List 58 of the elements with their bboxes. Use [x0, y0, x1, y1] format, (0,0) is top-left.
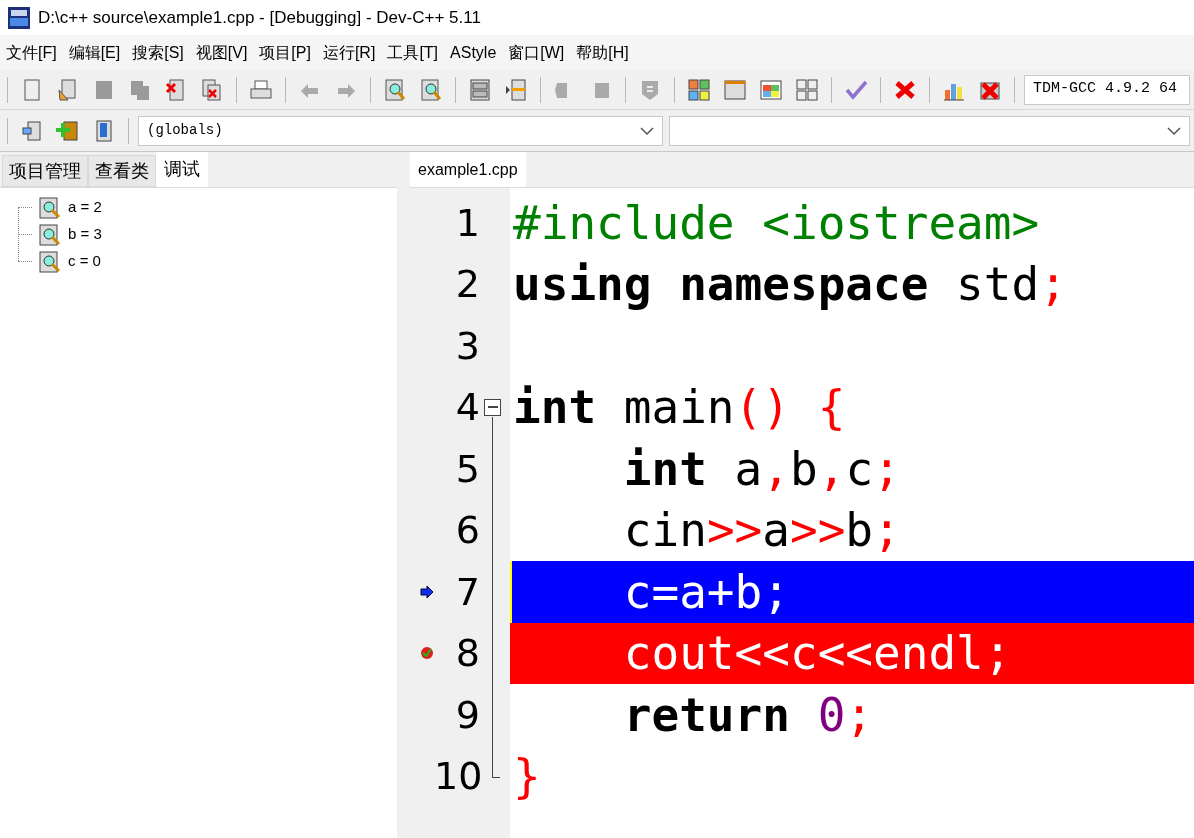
panel-icon[interactable] [468, 77, 492, 102]
watch-entry[interactable]: a = 2 [68, 196, 102, 219]
line-number: 5 [454, 449, 480, 488]
line-number: 2 [454, 265, 480, 304]
line-number: 9 [454, 695, 480, 734]
grid-icon[interactable] [687, 77, 711, 102]
chevron-down-icon [1167, 125, 1181, 136]
code-line: } [513, 753, 541, 800]
code-line: int a,b,c; [622, 445, 901, 492]
panel-tab[interactable]: 项目管理 [2, 155, 88, 187]
panel-tab[interactable]: 查看类 [88, 155, 156, 187]
menu-item[interactable]: 文件[F] [0, 40, 63, 65]
menu-item[interactable]: 编辑[E] [62, 40, 127, 65]
line-number: 3 [454, 326, 480, 365]
window-icon[interactable] [723, 77, 747, 102]
print-icon[interactable] [249, 77, 273, 102]
app-logo-icon [8, 6, 30, 29]
add-icon[interactable] [56, 118, 80, 143]
code-line: int main() { [513, 384, 846, 431]
menu-item[interactable]: AStyle [444, 40, 503, 65]
code-line: cin>>a>>b; [622, 507, 901, 554]
panel-tab[interactable]: 调试 [156, 152, 208, 187]
breakpoint-icon[interactable] [420, 646, 434, 661]
watch-icon [38, 222, 62, 247]
code-line: return 0; [622, 691, 874, 738]
line-number: 10 [434, 757, 480, 796]
line-number: 6 [454, 511, 480, 550]
scope-dropdown[interactable]: (globals) [138, 115, 663, 146]
code-line: #include <iostream> [513, 199, 1040, 246]
compiler-dropdown[interactable]: TDM-GCC 4.9.2 64 [1024, 74, 1190, 105]
menu-item[interactable]: 帮助[H] [570, 40, 635, 65]
code-line: c=a+b; [622, 568, 790, 615]
watch-entry[interactable]: b = 3 [68, 223, 102, 246]
line-number: 8 [454, 634, 480, 673]
line-number: 1 [454, 203, 480, 242]
menu-item[interactable]: 视图[V] [189, 40, 254, 65]
close-all-icon[interactable] [200, 77, 224, 102]
watch-icon [38, 195, 62, 220]
insert-icon[interactable] [20, 118, 44, 143]
watch-icon [38, 249, 62, 274]
code-line: using namespace std; [513, 261, 1067, 308]
blank-grid-icon[interactable] [795, 77, 819, 102]
menu-item[interactable]: 窗口[W] [502, 40, 571, 65]
line-number: 7 [454, 572, 480, 611]
search-icon[interactable] [383, 77, 407, 102]
chevron-down-icon [640, 125, 654, 136]
window-title: D:\c++ source\example1.cpp - [Debugging] - Dev-C++ 5.11 [38, 6, 481, 29]
menu-item[interactable]: 工具[T] [381, 40, 445, 65]
watch-entry[interactable]: c = 0 [68, 250, 101, 273]
line-number: 4 [454, 388, 480, 427]
menu-item[interactable]: 项目[P] [253, 40, 317, 65]
goto-line-icon[interactable] [504, 77, 528, 102]
code-line: cout<<c<<endl; [622, 630, 1012, 677]
menu-item[interactable]: 运行[R] [316, 40, 382, 65]
tiles-icon[interactable] [759, 77, 783, 102]
file-tab[interactable]: example1.cpp [410, 152, 526, 187]
fold-toggle-icon[interactable] [484, 398, 501, 416]
menu-item[interactable]: 搜索[S] [126, 40, 190, 65]
